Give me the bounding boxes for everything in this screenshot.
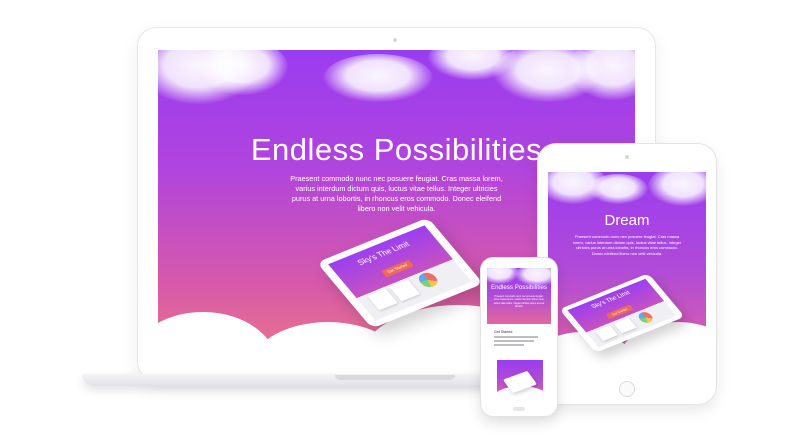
mockup-pie-chart	[636, 310, 656, 325]
text-line	[494, 336, 538, 338]
tablet-home-button	[619, 381, 635, 397]
hero-description: Praesent commodo nunc nec posuere feugia…	[290, 174, 503, 213]
laptop-trackpad-notch	[335, 375, 455, 380]
phone-title: Endless Possibilities	[490, 284, 548, 291]
mockup-pie-chart	[415, 270, 442, 290]
mockup-button: Get Started	[605, 304, 634, 320]
mockup-card	[595, 325, 619, 342]
mockup-card	[613, 317, 637, 334]
phone-mockup-image	[497, 360, 543, 400]
tablet-title: Dream	[604, 212, 650, 229]
tablet-screen: Dream Praesent commodo nunc nec posuere …	[548, 172, 706, 372]
phone-screen: Endless Possibilities Praesent commodo n…	[487, 268, 551, 324]
text-line	[494, 340, 534, 342]
phone-description: Praesent commodo nunc nec posuere feugia…	[493, 295, 545, 308]
cloud	[588, 174, 648, 204]
cloud	[648, 172, 706, 206]
phone-subheading: Get Started	[494, 330, 513, 334]
mockup-button: Get Started	[380, 259, 415, 278]
phone-home-indicator	[513, 407, 525, 411]
tablet-description: Praesent commodo nunc nec posuere feugia…	[572, 234, 682, 256]
text-line	[494, 344, 524, 346]
laptop-camera	[393, 38, 397, 42]
tablet-camera	[625, 155, 629, 159]
cloud	[323, 54, 433, 102]
